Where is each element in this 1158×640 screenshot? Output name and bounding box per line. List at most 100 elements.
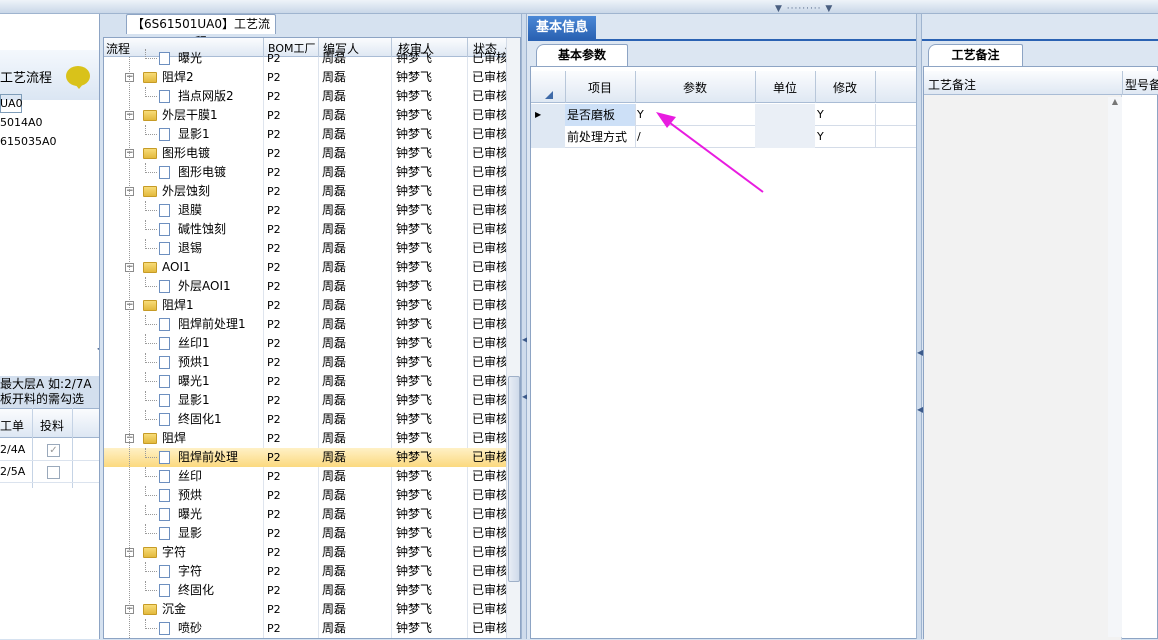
- row-indicator: [531, 126, 565, 148]
- tree-row[interactable]: 预烘1 P2 周磊 钟梦飞 已审核: [104, 353, 506, 372]
- collapse-grip-icon[interactable]: ▼ ········· ▼: [775, 4, 833, 14]
- cell-status: 已审核: [472, 127, 506, 141]
- cell-reviewer: 钟梦飞: [396, 355, 433, 369]
- left-list-item[interactable]: UA0: [0, 94, 23, 113]
- cell-bom: P2: [267, 52, 281, 65]
- process-flow-tab[interactable]: 【6S61501UA0】工艺流程: [126, 14, 276, 49]
- folder-icon: [143, 433, 157, 444]
- tree-connector: [145, 581, 157, 591]
- grid-header-order[interactable]: 工单: [0, 417, 24, 434]
- cell-reviewer: 钟梦飞: [396, 89, 433, 103]
- cell-modify[interactable]: Y: [817, 104, 824, 126]
- cell-reviewer: 钟梦飞: [396, 317, 433, 331]
- header-param[interactable]: 参数: [635, 79, 755, 96]
- tree-node-label: 外层干膜1: [162, 108, 218, 122]
- right-splitter[interactable]: [916, 14, 922, 639]
- tree-row[interactable]: 阻焊前处理1 P2 周磊 钟梦飞 已审核: [104, 315, 506, 334]
- feed-checkbox[interactable]: [47, 466, 60, 479]
- tree-row[interactable]: − 阻焊2 P2 周磊 钟梦飞 已审核: [104, 68, 506, 87]
- left-panel-title: 工艺流程: [0, 71, 53, 86]
- header-item[interactable]: 项目: [565, 79, 635, 96]
- tree-row[interactable]: 碱性蚀刻 P2 周磊 钟梦飞 已审核: [104, 220, 506, 239]
- collapse-left-arrow-icon[interactable]: ◀: [97, 344, 99, 353]
- tree-node-label: 终固化1: [178, 412, 222, 426]
- cell-reviewer: 钟梦飞: [396, 488, 433, 502]
- tree-row[interactable]: 挡点网版2 P2 周磊 钟梦飞 已审核: [104, 87, 506, 106]
- grid-row[interactable]: 2/5A: [0, 461, 99, 483]
- grid-header-feed[interactable]: 投料: [40, 417, 64, 434]
- tree-row[interactable]: 终固化 P2 周磊 钟梦飞 已审核: [104, 581, 506, 600]
- vertical-scrollbar[interactable]: [506, 38, 520, 638]
- tree-row[interactable]: 预烘 P2 周磊 钟梦飞 已审核: [104, 486, 506, 505]
- cell-reviewer: 钟梦飞: [396, 507, 433, 521]
- document-icon: [159, 584, 170, 597]
- select-all-corner-icon[interactable]: [545, 91, 553, 99]
- tab-process-notes[interactable]: 工艺备注: [928, 44, 1023, 66]
- tree-connector: [145, 524, 157, 534]
- cell-reviewer: 钟梦飞: [396, 393, 433, 407]
- document-icon: [159, 622, 170, 635]
- cell-modify[interactable]: Y: [817, 126, 824, 148]
- tree-row[interactable]: 字符 P2 周磊 钟梦飞 已审核: [104, 562, 506, 581]
- tree-row[interactable]: − 字符 P2 周磊 钟梦飞 已审核: [104, 543, 506, 562]
- feed-checkbox[interactable]: ✓: [47, 444, 60, 457]
- header-modify[interactable]: 修改: [815, 79, 875, 96]
- tab-basic-params[interactable]: 基本参数: [536, 44, 628, 66]
- tree-row[interactable]: − 阻焊1 P2 周磊 钟梦飞 已审核: [104, 296, 506, 315]
- tree-row[interactable]: − 阻焊 P2 周磊 钟梦飞 已审核: [104, 429, 506, 448]
- cell-status: 已审核: [472, 336, 506, 350]
- scroll-up-icon[interactable]: ▲: [1108, 97, 1122, 106]
- notes-scrollbar[interactable]: ▲: [1108, 97, 1122, 637]
- tree-connector: [145, 562, 157, 572]
- cell-bom: P2: [267, 603, 281, 616]
- grid-row[interactable]: 2/4A ✓: [0, 439, 99, 461]
- document-icon: [159, 204, 170, 217]
- tree-row[interactable]: 丝印1 P2 周磊 钟梦飞 已审核: [104, 334, 506, 353]
- left-list-item[interactable]: 5014A0: [0, 113, 43, 132]
- tree-row[interactable]: − 外层干膜1 P2 周磊 钟梦飞 已审核: [104, 106, 506, 125]
- tree-row[interactable]: 曝光1 P2 周磊 钟梦飞 已审核: [104, 372, 506, 391]
- header-unit[interactable]: 单位: [755, 79, 815, 96]
- cell-reviewer: 钟梦飞: [396, 564, 433, 578]
- document-icon: [159, 375, 170, 388]
- cell-writer: 周磊: [322, 374, 347, 388]
- tree-row[interactable]: − 图形电镀 P2 周磊 钟梦飞 已审核: [104, 144, 506, 163]
- tree-node-label: 退锡: [178, 241, 203, 255]
- tree-connector: [145, 315, 157, 325]
- cell-writer: 周磊: [322, 317, 347, 331]
- notes-header-label[interactable]: 工艺备注: [928, 76, 976, 93]
- folder-icon: [143, 110, 157, 121]
- tree-row[interactable]: 显影1 P2 周磊 钟梦飞 已审核: [104, 125, 506, 144]
- cell-reviewer: 钟梦飞: [396, 374, 433, 388]
- tree-row[interactable]: 退锡 P2 周磊 钟梦飞 已审核: [104, 239, 506, 258]
- tree-row[interactable]: 终固化1 P2 周磊 钟梦飞 已审核: [104, 410, 506, 429]
- tree-row[interactable]: − AOI1 P2 周磊 钟梦飞 已审核: [104, 258, 506, 277]
- tree-row[interactable]: − 外层蚀刻 P2 周磊 钟梦飞 已审核: [104, 182, 506, 201]
- cell-reviewer: 钟梦飞: [396, 545, 433, 559]
- notes-textarea[interactable]: [924, 95, 1122, 640]
- tree-node-label: 字符: [178, 564, 203, 578]
- top-splitter-bar[interactable]: [0, 0, 1158, 14]
- tree-connector: [145, 239, 157, 249]
- model-notes-header-label[interactable]: 型号备: [1125, 76, 1158, 93]
- cell-status: 已审核: [472, 602, 506, 616]
- document-icon: [159, 413, 170, 426]
- document-icon: [159, 128, 170, 141]
- cell-item: 是否磨板: [565, 104, 635, 126]
- tree-row[interactable]: 丝印 P2 周磊 钟梦飞 已审核: [104, 467, 506, 486]
- tree-row[interactable]: 曝光 P2 周磊 钟梦飞 已审核: [104, 49, 506, 68]
- tree-row[interactable]: 喷砂 P2 周磊 钟梦飞 已审核: [104, 619, 506, 638]
- tree-row[interactable]: 曝光 P2 周磊 钟梦飞 已审核: [104, 505, 506, 524]
- tree-row[interactable]: 显影1 P2 周磊 钟梦飞 已审核: [104, 391, 506, 410]
- tree-row[interactable]: 显影 P2 周磊 钟梦飞 已审核: [104, 524, 506, 543]
- tree-row[interactable]: − 沉金 P2 周磊 钟梦飞 已审核: [104, 600, 506, 619]
- tree-row[interactable]: 阻焊前处理 P2 周磊 钟梦飞 已审核: [104, 448, 506, 467]
- tree-row[interactable]: 图形电镀 P2 周磊 钟梦飞 已审核: [104, 163, 506, 182]
- cell-status: 已审核: [472, 374, 506, 388]
- tab-basic-info[interactable]: 基本信息: [528, 16, 596, 39]
- cell-writer: 周磊: [322, 279, 347, 293]
- scrollbar-thumb[interactable]: [508, 376, 520, 582]
- left-list-item[interactable]: 615035A0: [0, 132, 57, 151]
- tree-row[interactable]: 退膜 P2 周磊 钟梦飞 已审核: [104, 201, 506, 220]
- tree-row[interactable]: 外层AOI1 P2 周磊 钟梦飞 已审核: [104, 277, 506, 296]
